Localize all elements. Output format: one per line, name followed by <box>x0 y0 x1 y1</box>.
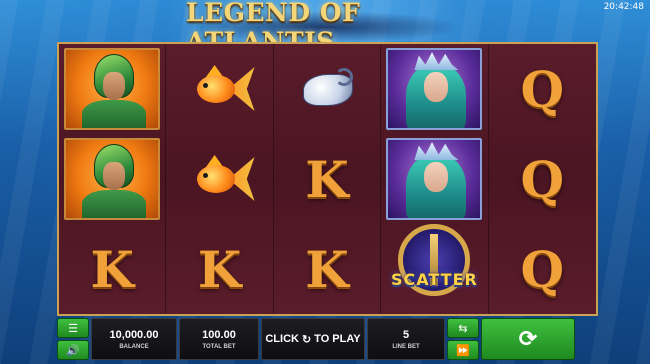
line-bet-label: LINE BET <box>392 343 420 350</box>
q-symbol: Q <box>520 59 565 119</box>
reel-5: Q Q Q <box>488 44 597 314</box>
reel-cell <box>166 44 272 134</box>
q-symbol: Q <box>520 149 565 209</box>
play-suffix: TO PLAY <box>314 333 361 345</box>
balance-panel: 10,000.00 BALANCE <box>91 318 177 360</box>
scatter-label: SCATTER <box>390 270 478 289</box>
total-bet-value: 100.00 <box>202 328 236 341</box>
face-shape <box>424 72 449 102</box>
reel-4: SCATTER <box>381 44 489 314</box>
warrior-symbol <box>64 138 161 220</box>
k-symbol: K <box>305 149 349 209</box>
crown-shape <box>414 52 459 70</box>
reel-3: K K <box>273 44 382 314</box>
line-bet-panel[interactable]: 5 LINE BET <box>367 318 445 360</box>
shell-symbol <box>295 64 359 114</box>
queen-symbol <box>386 48 483 130</box>
queen-symbol <box>386 138 483 220</box>
sound-button[interactable]: 🔊 <box>57 340 89 360</box>
reel-cell <box>59 44 165 134</box>
fish-body <box>196 165 235 193</box>
speaker-icon: 🔊 <box>66 344 80 357</box>
q-symbol: Q <box>520 239 565 299</box>
reel-cell <box>59 134 165 224</box>
reel-cell <box>381 44 487 134</box>
turbo-button[interactable]: ⏩ <box>447 340 479 360</box>
menu-sound-stack: ☰ 🔊 <box>57 318 89 360</box>
total-bet-label: TOTAL BET <box>202 343 236 350</box>
reel-grid: K K K K SCATTER Q Q Q <box>57 42 598 316</box>
k-symbol: K <box>197 239 242 299</box>
reel-cell <box>274 44 380 134</box>
line-bet-value: 5 <box>402 328 410 341</box>
control-bar: ☰ 🔊 10,000.00 BALANCE 100.00 TOTAL BET C… <box>57 318 598 360</box>
autoplay-icon: ⇆ <box>458 322 468 335</box>
reel-cell: Q <box>489 134 596 224</box>
reel-cell: K <box>59 224 165 314</box>
spin-button[interactable]: ⟳ <box>481 318 575 360</box>
balance-label: BALANCE <box>119 343 149 350</box>
goldfish-symbol <box>183 61 257 117</box>
k-symbol: K <box>90 239 134 299</box>
face-shape <box>103 162 126 190</box>
reel-2: K <box>166 44 274 314</box>
armor-shape <box>82 190 147 218</box>
click-to-play-panel[interactable]: CLICK ↻ TO PLAY <box>261 318 365 360</box>
hamburger-menu-icon: ☰ <box>68 322 78 335</box>
reel-cell: Q <box>489 224 596 314</box>
fast-forward-icon: ⏩ <box>456 344 470 357</box>
autoplay-turbo-stack: ⇆ ⏩ <box>447 318 479 360</box>
play-prefix: CLICK <box>265 333 299 345</box>
scatter-symbol: SCATTER <box>384 224 484 314</box>
reel-cell: K <box>274 224 380 314</box>
reel-1: K <box>59 44 167 314</box>
reel-cell <box>381 134 487 224</box>
reel-cell <box>166 134 272 224</box>
balance-value: 10,000.00 <box>109 328 159 341</box>
k-symbol: K <box>305 239 349 299</box>
armor-shape <box>82 100 147 128</box>
game-logo: LEGEND OF ATLANTIS <box>186 0 464 56</box>
spin-icon: ⟳ <box>518 326 538 351</box>
reel-cell: K <box>274 134 380 224</box>
clock: 20:42:48 <box>603 2 644 12</box>
shell-spiral <box>335 68 354 86</box>
fish-eye <box>202 173 208 178</box>
goldfish-symbol <box>183 151 257 207</box>
face-shape <box>103 72 126 100</box>
replay-icon: ↻ <box>301 333 312 346</box>
menu-button[interactable]: ☰ <box>57 318 89 338</box>
reel-cell: Q <box>489 44 596 134</box>
face-shape <box>424 162 449 192</box>
fish-eye <box>202 83 208 88</box>
crown-shape <box>414 142 459 160</box>
total-bet-panel[interactable]: 100.00 TOTAL BET <box>179 318 259 360</box>
fish-body <box>196 75 235 103</box>
reel-cell: K <box>166 224 272 314</box>
reel-cell: SCATTER <box>381 224 487 314</box>
warrior-symbol <box>64 48 161 130</box>
autoplay-button[interactable]: ⇆ <box>447 318 479 338</box>
